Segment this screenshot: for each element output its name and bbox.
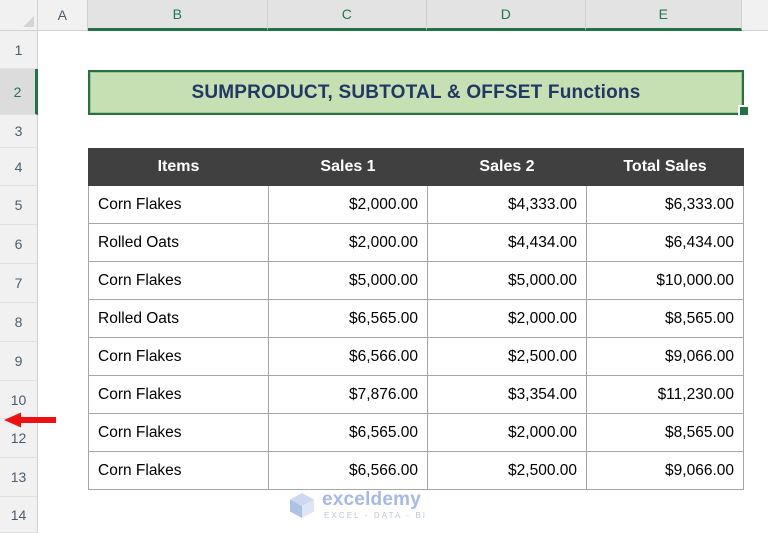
table-row[interactable]: Corn Flakes $6,566.00 $2,500.00 $9,066.0… xyxy=(88,451,744,490)
cell-total[interactable]: $8,565.00 xyxy=(586,299,744,338)
column-header-e[interactable]: E xyxy=(586,0,742,31)
cell-total[interactable]: $10,000.00 xyxy=(586,261,744,300)
column-header-b[interactable]: B xyxy=(88,0,268,31)
row-header-14-label: 14 xyxy=(10,506,27,523)
cell-item[interactable]: Rolled Oats xyxy=(88,299,269,338)
column-header-a-label: A xyxy=(57,7,68,23)
row-header-4-label: 4 xyxy=(14,158,23,175)
left-arrow-icon xyxy=(4,412,56,428)
row-header-13-label: 13 xyxy=(10,469,27,485)
watermark-tagline: EXCEL - DATA - BI xyxy=(324,511,428,520)
watermark-name: exceldemy xyxy=(322,489,421,510)
worksheet-grid: A B C D E 1 2 3 4 5 6 7 8 9 10 12 13 14 … xyxy=(0,0,768,533)
cell-sales2[interactable]: $5,000.00 xyxy=(427,261,587,300)
column-header-f[interactable] xyxy=(742,0,768,31)
column-header-c[interactable]: C xyxy=(268,0,427,31)
table-row[interactable]: Corn Flakes $6,565.00 $2,000.00 $8,565.0… xyxy=(88,413,744,452)
row-header-9[interactable]: 9 xyxy=(0,342,38,381)
column-header-d-label: D xyxy=(500,6,512,22)
table-row[interactable]: Rolled Oats $6,565.00 $2,000.00 $8,565.0… xyxy=(88,299,744,338)
column-header-c-label: C xyxy=(341,6,353,22)
column-header-e-label: E xyxy=(658,6,669,22)
cell-sales2[interactable]: $2,500.00 xyxy=(427,337,587,376)
cell-sales2[interactable]: $4,434.00 xyxy=(427,223,587,262)
row-header-2-label: 2 xyxy=(13,83,22,100)
table-header-total-sales: Total Sales xyxy=(586,148,744,186)
sales-data-table: Items Sales 1 Sales 2 Total Sales Corn F… xyxy=(88,148,744,490)
cell-item[interactable]: Rolled Oats xyxy=(88,223,269,262)
cell-total[interactable]: $9,066.00 xyxy=(586,451,744,490)
row-header-6-label: 6 xyxy=(14,236,23,252)
row-header-8[interactable]: 8 xyxy=(0,303,38,342)
cell-sales2[interactable]: $2,500.00 xyxy=(427,451,587,490)
column-header-strip: A B C D E xyxy=(0,0,768,31)
row-header-5-label: 5 xyxy=(14,197,23,213)
row-header-7[interactable]: 7 xyxy=(0,264,38,303)
cell-sales1[interactable]: $5,000.00 xyxy=(268,261,428,300)
column-header-a[interactable]: A xyxy=(38,0,88,31)
table-row[interactable]: Corn Flakes $2,000.00 $4,333.00 $6,333.0… xyxy=(88,185,744,224)
row-header-2[interactable]: 2 xyxy=(0,69,38,115)
cell-sales1[interactable]: $6,565.00 xyxy=(268,299,428,338)
table-row[interactable]: Rolled Oats $2,000.00 $4,434.00 $6,434.0… xyxy=(88,223,744,262)
cell-sales1[interactable]: $6,565.00 xyxy=(268,413,428,452)
row-header-1[interactable]: 1 xyxy=(0,31,38,69)
row-header-3[interactable]: 3 xyxy=(0,115,38,148)
row-header-14[interactable]: 14 xyxy=(0,497,38,533)
column-header-b-label: B xyxy=(172,6,183,22)
cell-sales2[interactable]: $3,354.00 xyxy=(427,375,587,414)
cell-item[interactable]: Corn Flakes xyxy=(88,337,269,376)
row-header-9-label: 9 xyxy=(14,353,23,369)
row-header-6[interactable]: 6 xyxy=(0,225,38,264)
watermark: exceldemy EXCEL - DATA - BI xyxy=(287,487,477,523)
row-header-10-label: 10 xyxy=(10,391,27,408)
cell-sales1[interactable]: $2,000.00 xyxy=(268,185,428,224)
table-header-items: Items xyxy=(88,148,269,186)
cell-total[interactable]: $6,434.00 xyxy=(586,223,744,262)
row-header-3-label: 3 xyxy=(14,123,23,139)
cell-sales1[interactable]: $6,566.00 xyxy=(268,337,428,376)
select-all-corner[interactable] xyxy=(0,0,38,31)
table-row[interactable]: Corn Flakes $7,876.00 $3,354.00 $11,230.… xyxy=(88,375,744,414)
table-header-sales-2: Sales 2 xyxy=(427,148,587,186)
cell-sales1[interactable]: $6,566.00 xyxy=(268,451,428,490)
fill-handle[interactable] xyxy=(738,105,750,117)
table-header-row: Items Sales 1 Sales 2 Total Sales xyxy=(88,148,744,186)
table-header-sales-1: Sales 1 xyxy=(268,148,428,186)
cell-item[interactable]: Corn Flakes xyxy=(88,261,269,300)
cell-sales1[interactable]: $2,000.00 xyxy=(268,223,428,262)
cell-sales1[interactable]: $7,876.00 xyxy=(268,375,428,414)
row-header-5[interactable]: 5 xyxy=(0,186,38,225)
row-header-13[interactable]: 13 xyxy=(0,458,38,497)
cell-total[interactable]: $11,230.00 xyxy=(586,375,744,414)
cell-total[interactable]: $8,565.00 xyxy=(586,413,744,452)
cell-total[interactable]: $6,333.00 xyxy=(586,185,744,224)
select-all-triangle-icon xyxy=(23,16,34,27)
table-row[interactable]: Corn Flakes $5,000.00 $5,000.00 $10,000.… xyxy=(88,261,744,300)
exceldemy-cube-logo-icon xyxy=(290,493,314,518)
row-header-7-label: 7 xyxy=(14,275,23,291)
row-header-8-label: 8 xyxy=(14,314,23,330)
cell-sales2[interactable]: $2,000.00 xyxy=(427,299,587,338)
cell-item[interactable]: Corn Flakes xyxy=(88,413,269,452)
watermark-text: exceldemy EXCEL - DATA - BI xyxy=(322,490,427,520)
title-merged-cell[interactable]: SUMPRODUCT, SUBTOTAL & OFFSET Functions xyxy=(90,72,742,113)
row-header-4[interactable]: 4 xyxy=(0,148,38,186)
title-text: SUMPRODUCT, SUBTOTAL & OFFSET Functions xyxy=(191,81,641,103)
cell-item[interactable]: Corn Flakes xyxy=(88,185,269,224)
table-row[interactable]: Corn Flakes $6,566.00 $2,500.00 $9,066.0… xyxy=(88,337,744,376)
cell-sales2[interactable]: $2,000.00 xyxy=(427,413,587,452)
cell-total[interactable]: $9,066.00 xyxy=(586,337,744,376)
cell-sales2[interactable]: $4,333.00 xyxy=(427,185,587,224)
row-header-12-label: 12 xyxy=(10,430,27,446)
cell-item[interactable]: Corn Flakes xyxy=(88,451,269,490)
column-header-d[interactable]: D xyxy=(427,0,586,31)
row-header-1-label: 1 xyxy=(14,41,23,58)
cell-item[interactable]: Corn Flakes xyxy=(88,375,269,414)
